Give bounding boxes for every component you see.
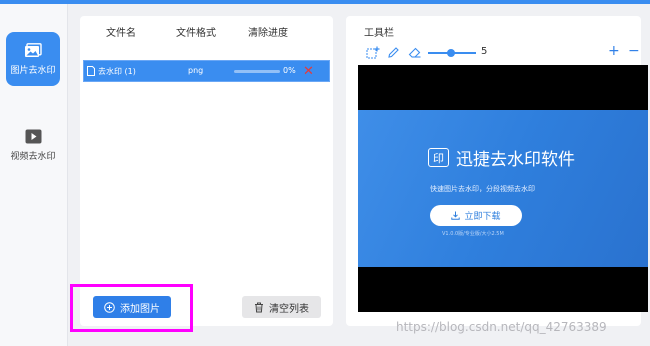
- image-icon: [25, 42, 42, 57]
- brush-size-value: 5: [481, 46, 488, 57]
- clear-list-label: 清空列表: [269, 303, 309, 315]
- sidebar-item-image-watermark[interactable]: 图片去水印: [6, 32, 60, 86]
- banner-download-label: 立即下载: [464, 212, 501, 222]
- sidebar-item-label: 图片去水印: [10, 65, 56, 76]
- banner-download-button: 立即下载: [430, 205, 522, 226]
- zoom-in-button[interactable]: +: [608, 43, 620, 59]
- banner-title-text: 迅捷去水印软件: [456, 150, 575, 170]
- image-preview-canvas[interactable]: 印 迅捷去水印软件 快速图片去水印，分段视频去水印 立即下载 V1.0.0版/专…: [358, 65, 648, 312]
- highlight-annotation-box: [70, 284, 193, 332]
- pencil-icon[interactable]: [387, 46, 400, 59]
- top-accent-bar: [0, 0, 650, 4]
- download-icon: [451, 211, 461, 220]
- sidebar-item-video-watermark[interactable]: 视频去水印: [6, 118, 60, 172]
- eraser-icon[interactable]: [408, 46, 422, 59]
- column-header-format: 文件格式: [176, 28, 216, 39]
- url-watermark: https://blog.csdn.net/qq_42763389: [396, 320, 607, 334]
- app-logo-icon: 印: [428, 148, 449, 167]
- table-row[interactable]: 去水印 (1) png 0% ✕: [83, 60, 330, 82]
- delete-file-icon[interactable]: ✕: [303, 64, 314, 79]
- toolbar-title: 工具栏: [364, 28, 394, 39]
- add-selection-icon[interactable]: [366, 46, 380, 59]
- file-name: 去水印 (1): [98, 67, 136, 76]
- brush-size-slider-handle[interactable]: [447, 49, 455, 57]
- banner-subtitle: 快速图片去水印，分段视频去水印: [430, 185, 535, 193]
- banner-title: 印 迅捷去水印软件: [428, 145, 575, 170]
- trash-icon: [255, 302, 263, 312]
- file-list-panel: 文件名 文件格式 清除进度 去水印 (1) png 0% ✕: [80, 16, 333, 326]
- file-icon: [87, 66, 95, 76]
- sidebar-item-label: 视频去水印: [10, 151, 56, 162]
- column-header-progress: 清除进度: [248, 28, 288, 39]
- progress-percent: 0%: [283, 66, 296, 75]
- file-table-header: 文件名 文件格式 清除进度: [80, 22, 333, 40]
- progress-bar: [234, 70, 280, 73]
- zoom-out-button[interactable]: −: [628, 43, 640, 59]
- sidebar: 图片去水印 视频去水印: [0, 4, 68, 346]
- preview-image-banner: 印 迅捷去水印软件 快速图片去水印，分段视频去水印 立即下载 V1.0.0版/专…: [358, 110, 648, 267]
- column-header-filename: 文件名: [106, 28, 136, 39]
- banner-version: V1.0.0版/专业版/大小2.5M: [442, 231, 504, 237]
- clear-list-button[interactable]: 清空列表: [242, 296, 321, 318]
- file-format: png: [188, 66, 204, 75]
- video-play-icon: [25, 129, 41, 143]
